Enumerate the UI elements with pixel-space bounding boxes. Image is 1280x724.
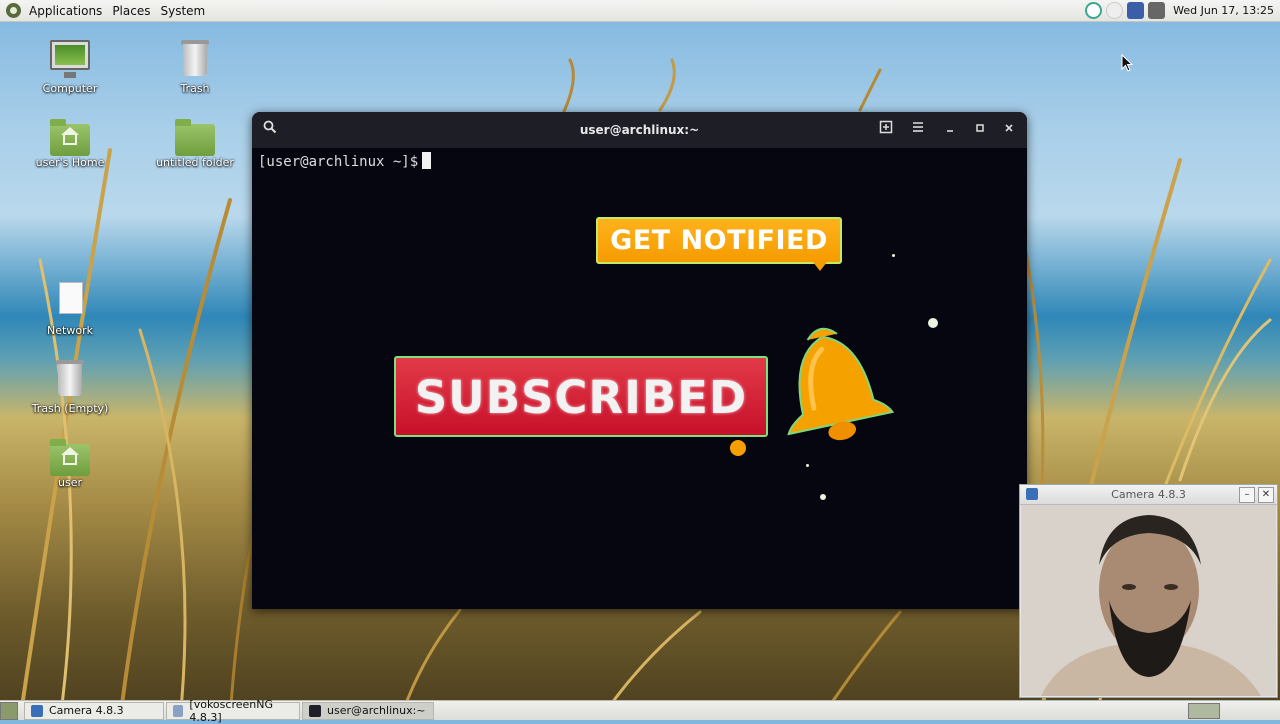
sync-icon[interactable] [1085,2,1103,19]
workspace-switcher[interactable] [1188,702,1220,719]
close-icon[interactable] [999,120,1019,140]
camera-window[interactable]: Camera 4.8.3 – ✕ [1019,484,1278,698]
desktop-icon-untitled-folder[interactable]: untitled folder [155,119,235,169]
terminal-cursor [422,152,432,169]
power-icon[interactable] [1106,2,1124,19]
desktop-icon-users-home[interactable]: user's Home [30,119,110,169]
subscribed-banner: SUBSCRIBED [394,356,768,437]
distro-logo-icon[interactable] [6,3,21,18]
taskbar-item-vokoscreen[interactable]: [vokoscreenNG 4.8.3] [166,698,300,724]
network-file-icon [50,280,90,320]
camera-minimize-icon[interactable]: – [1239,487,1255,503]
desktop-icon-computer[interactable]: Computer [30,38,110,95]
trash-icon [50,358,90,398]
camera-app-icon [31,704,43,717]
sparkle-decoration [928,318,938,328]
menu-places[interactable]: Places [107,0,155,22]
home-folder-icon [50,439,90,476]
sparkle-decoration [820,494,826,500]
camera-titlebar[interactable]: Camera 4.8.3 – ✕ [1020,485,1277,505]
terminal-body[interactable]: [user@archlinux ~]$ [252,148,1027,174]
menu-system[interactable]: System [155,0,210,22]
network-icon[interactable] [1148,2,1166,19]
bottom-taskbar: Camera 4.8.3 [vokoscreenNG 4.8.3] user@a… [0,698,1280,724]
hamburger-menu-icon[interactable] [908,120,928,140]
taskbar-item-label: Camera 4.8.3 [49,704,124,717]
desktop-icon-label: Trash [180,82,210,95]
desktop-icon-label: user's Home [35,156,105,169]
terminal-app-icon [309,704,321,717]
mouse-pointer-icon [1121,54,1134,72]
sparkle-decoration [806,464,809,467]
desktop-icon-label: untitled folder [156,156,234,169]
terminal-prompt: [user@archlinux ~]$ [258,154,419,170]
camera-feed [1021,505,1276,696]
desktop-icon-label: Trash (Empty) [31,402,109,415]
webcam-person-image [1021,505,1276,696]
maximize-icon[interactable] [970,120,990,140]
taskbar-item-label: user@archlinux:~ [327,704,426,717]
taskbar-item-terminal[interactable]: user@archlinux:~ [302,701,434,720]
desktop-icon-label: Computer [42,82,98,95]
sparkle-decoration [892,254,895,257]
computer-icon [50,38,90,78]
get-notified-bubble: GET NOTIFIED [596,217,842,271]
sparkle-decoration [730,440,746,456]
show-desktop-icon[interactable] [0,701,18,720]
home-folder-icon [50,119,90,156]
desktop-icon-label: user [58,476,82,489]
menu-applications[interactable]: Applications [24,0,107,22]
clock[interactable]: Wed Jun 17, 13:25 [1173,4,1274,17]
new-tab-icon[interactable] [876,120,896,140]
desktop-icon-label: Network [47,324,93,337]
vokoscreen-app-icon [173,704,184,717]
desktop-icon-user[interactable]: user [30,439,110,489]
top-panel: Applications Places System Wed Jun 17, 1… [0,0,1280,22]
desktop-icon-trash[interactable]: Trash [155,38,235,95]
trash-icon [175,38,215,78]
minimize-icon[interactable] [940,120,960,140]
bell-icon [787,327,895,441]
terminal-titlebar[interactable]: user@archlinux:~ [252,112,1027,148]
record-icon[interactable] [1127,2,1145,19]
system-tray: Wed Jun 17, 13:25 [1085,2,1280,19]
folder-icon [175,119,215,156]
taskbar-item-camera[interactable]: Camera 4.8.3 [24,701,164,720]
camera-close-icon[interactable]: ✕ [1258,487,1274,503]
desktop-icon-network[interactable]: Network [30,280,110,337]
desktop-icon-trash-empty[interactable]: Trash (Empty) [30,358,110,415]
